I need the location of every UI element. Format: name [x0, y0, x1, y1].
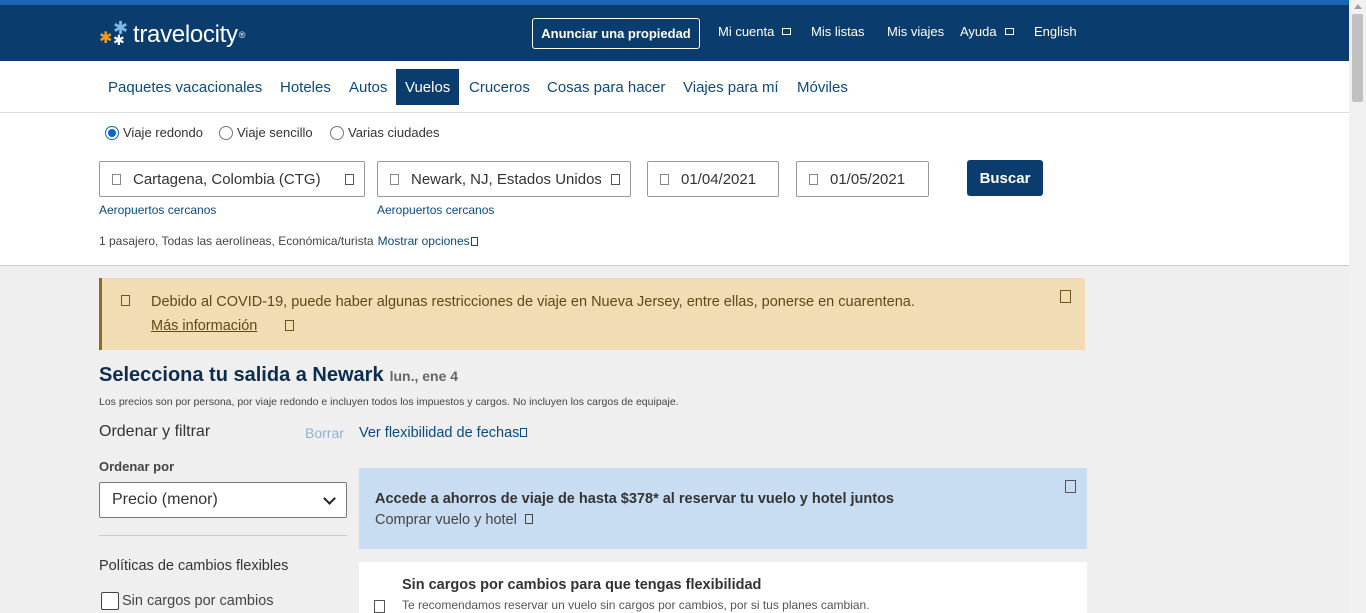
- scrollbar-thumb[interactable]: [1352, 14, 1363, 102]
- origin-value: Cartagena, Colombia (CTG): [133, 170, 321, 188]
- flight-search-form: Viaje redondo Viaje sencillo Varias ciud…: [0, 113, 1349, 266]
- external-link-icon: [285, 320, 294, 331]
- close-icon[interactable]: [1065, 480, 1076, 493]
- show-options-link[interactable]: Mostrar opciones: [378, 234, 470, 248]
- my-trips-link[interactable]: Mis viajes: [887, 24, 944, 39]
- alert-message: Debido al COVID-19, puede haber algunas …: [151, 294, 915, 310]
- departure-date: lun., ene 4: [389, 368, 459, 384]
- help-label: Ayuda: [960, 24, 997, 39]
- nearby-airports-origin-link[interactable]: Aeropuertos cercanos: [99, 203, 216, 217]
- dropdown-icon: [782, 28, 792, 35]
- chevron-down-icon: [323, 492, 336, 505]
- card-subtitle: Te recomendamos reservar un vuelo sin ca…: [402, 598, 870, 612]
- dropdown-icon: [1004, 28, 1014, 35]
- tab-flights[interactable]: Vuelos: [396, 69, 460, 105]
- destination-field[interactable]: Newark, NJ, Estados Unidos: [377, 161, 631, 197]
- page-scrollbar[interactable]: [1349, 0, 1366, 613]
- checkbox-icon[interactable]: [374, 600, 385, 613]
- sort-by-label: Ordenar por: [99, 459, 175, 474]
- multi-city-label: Varias ciudades: [348, 125, 440, 140]
- chevron-icon: [524, 514, 533, 524]
- round-trip-option[interactable]: Viaje redondo: [105, 125, 203, 140]
- scroll-up-icon[interactable]: [1354, 4, 1362, 9]
- no-change-fee-filter[interactable]: Sin cargos por cambios: [101, 592, 274, 610]
- location-icon: [390, 173, 399, 185]
- chevron-icon: [470, 237, 478, 246]
- chevron-icon: [520, 428, 528, 437]
- round-trip-radio[interactable]: [105, 125, 119, 140]
- travelocity-logo[interactable]: ✱ ✱ ✱ travelocity ®: [99, 19, 245, 51]
- depart-date-value: 01/04/2021: [681, 170, 757, 188]
- my-lists-link[interactable]: Mis listas: [811, 24, 864, 39]
- depart-date-field[interactable]: 01/04/2021: [647, 161, 779, 197]
- round-trip-label: Viaje redondo: [123, 125, 203, 140]
- stars-logo-icon: ✱ ✱ ✱: [99, 18, 128, 48]
- one-way-radio[interactable]: [219, 125, 233, 140]
- flexible-dates-label: Ver flexibilidad de fechas: [359, 425, 520, 441]
- search-button[interactable]: Buscar: [967, 160, 1043, 196]
- tab-cars[interactable]: Autos: [340, 69, 396, 105]
- return-date-field[interactable]: 01/05/2021: [796, 161, 929, 197]
- calendar-icon: [660, 173, 669, 185]
- promo-title: Accede a ahorros de viaje de hasta $378*…: [375, 491, 894, 507]
- tab-hotels[interactable]: Hoteles: [271, 69, 340, 105]
- list-property-button[interactable]: Anunciar una propiedad: [532, 18, 700, 49]
- clear-filters-link[interactable]: Borrar: [305, 425, 344, 441]
- tab-mobile[interactable]: Móviles: [788, 69, 857, 105]
- language-link[interactable]: English: [1034, 24, 1077, 39]
- price-disclaimer: Los precios son por persona, por viaje r…: [99, 396, 679, 408]
- product-tabs: Paquetes vacacionales Hoteles Autos Vuel…: [0, 61, 1349, 113]
- location-icon: [112, 173, 121, 185]
- my-account-menu[interactable]: Mi cuenta: [718, 24, 792, 39]
- tab-cruises[interactable]: Cruceros: [460, 69, 539, 105]
- calendar-icon: [809, 173, 818, 185]
- multi-city-option[interactable]: Varias ciudades: [330, 125, 440, 140]
- sort-by-value: Precio (menor): [112, 491, 218, 508]
- logo-trademark: ®: [238, 30, 246, 40]
- one-way-option[interactable]: Viaje sencillo: [219, 125, 313, 140]
- swap-icon[interactable]: [345, 173, 354, 185]
- tab-things-to-do[interactable]: Cosas para hacer: [538, 69, 674, 105]
- no-change-fee-card: Sin cargos por cambios para que tengas f…: [359, 562, 1087, 613]
- close-icon[interactable]: [1060, 290, 1071, 303]
- origin-field[interactable]: Cartagena, Colombia (CTG): [99, 161, 365, 197]
- more-info-link[interactable]: Más información: [151, 318, 257, 334]
- my-account-label: Mi cuenta: [718, 24, 775, 39]
- logo-text: travelocity: [133, 21, 238, 48]
- one-way-label: Viaje sencillo: [237, 125, 313, 140]
- sort-filter-title: Ordenar y filtrar: [99, 423, 211, 440]
- destination-value: Newark, NJ, Estados Unidos: [411, 170, 601, 188]
- flex-policies-heading: Políticas de cambios flexibles: [99, 558, 289, 574]
- tab-trips-for-me[interactable]: Viajes para mí: [674, 69, 788, 105]
- flexible-dates-link[interactable]: Ver flexibilidad de fechas: [359, 425, 528, 441]
- nearby-airports-destination-link[interactable]: Aeropuertos cercanos: [377, 203, 494, 217]
- results-heading: Selecciona tu salida a Newark lun., ene …: [99, 364, 458, 387]
- card-title: Sin cargos por cambios para que tengas f…: [402, 577, 762, 593]
- sort-by-select[interactable]: Precio (menor): [99, 482, 347, 518]
- tab-vacation-packages[interactable]: Paquetes vacacionales: [99, 69, 271, 105]
- no-change-fee-label: Sin cargos por cambios: [122, 593, 274, 609]
- no-change-fee-checkbox[interactable]: [101, 592, 119, 610]
- clear-icon[interactable]: [611, 173, 620, 185]
- promo-link-label: Comprar vuelo y hotel: [375, 512, 517, 528]
- divider: [99, 535, 347, 536]
- covid-alert: Debido al COVID-19, puede haber algunas …: [99, 278, 1085, 350]
- bundle-promo-banner: Accede a ahorros de viaje de hasta $378*…: [359, 468, 1087, 549]
- passenger-summary-text: 1 pasajero, Todas las aerolíneas, Económ…: [99, 234, 374, 248]
- return-date-value: 01/05/2021: [830, 170, 906, 188]
- page-title: Selecciona tu salida a Newark: [99, 364, 384, 386]
- info-icon: [121, 295, 130, 306]
- help-menu[interactable]: Ayuda: [960, 24, 1014, 39]
- multi-city-radio[interactable]: [330, 125, 344, 140]
- top-header: ✱ ✱ ✱ travelocity ® Anunciar una propiedad …: [0, 0, 1349, 61]
- passenger-summary: 1 pasajero, Todas las aerolíneas, Económ…: [99, 234, 478, 248]
- promo-link[interactable]: Comprar vuelo y hotel: [375, 512, 533, 528]
